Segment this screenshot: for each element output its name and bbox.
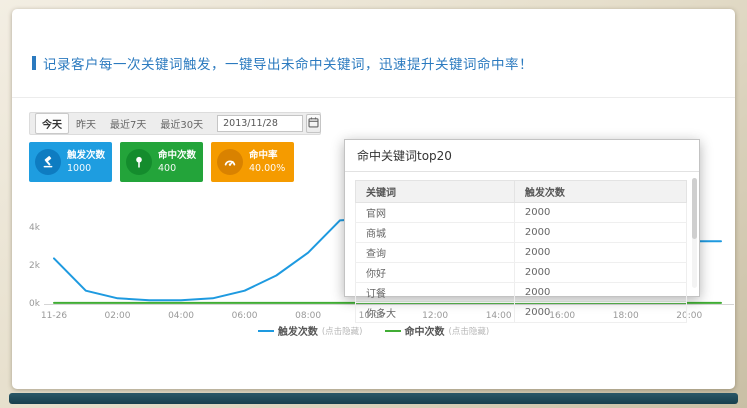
page-title: 记录客户每一次关键词触发，一键导出未命中关键词，迅速提升关键词命中率！ xyxy=(32,53,533,73)
legend-label: 触发次数 xyxy=(278,323,318,338)
date-input[interactable] xyxy=(217,115,303,132)
popup-title: 命中关键词top20 xyxy=(345,140,699,172)
stat-value: 40.00% xyxy=(249,162,285,175)
date-range-toolbar: 今天 昨天 最近7天 最近30天 xyxy=(29,112,321,135)
page-title-text: 记录客户每一次关键词触发，一键导出未命中关键词，迅速提升关键词命中率！ xyxy=(43,53,533,73)
stat-value: 1000 xyxy=(67,162,105,175)
table-row: 你好 2000 xyxy=(356,263,687,283)
table-row: 商城 2000 xyxy=(356,223,687,243)
tab-today[interactable]: 今天 xyxy=(35,113,69,134)
keyword-cell: 商城 xyxy=(356,223,515,243)
calendar-button[interactable] xyxy=(306,114,321,133)
count-cell: 2000 xyxy=(514,283,686,303)
x-axis-label: 04:00 xyxy=(168,311,194,321)
legend-item-triggers[interactable]: 触发次数 (点击隐藏) xyxy=(258,323,363,338)
slide-bottom-bar xyxy=(9,393,738,404)
keywords-table: 关键词 触发次数 官网 2000 商城 2000 查询 2000 你 xyxy=(355,180,687,323)
legend-swatch-triggers xyxy=(258,330,274,332)
legend-label: 命中次数 xyxy=(405,323,445,338)
x-axis-label: 11-26 xyxy=(41,311,67,321)
y-axis-tick: 2k xyxy=(16,261,40,271)
dashboard-card: 记录客户每一次关键词触发，一键导出未命中关键词，迅速提升关键词命中率！ 今天 昨… xyxy=(12,9,735,389)
y-axis-tick: 0k xyxy=(16,299,40,309)
x-axis-label: 06:00 xyxy=(232,311,258,321)
stat-text: 触发次数 1000 xyxy=(67,149,105,175)
stat-text: 命中率 40.00% xyxy=(249,149,285,175)
header-divider xyxy=(12,97,735,98)
table-row: 查询 2000 xyxy=(356,243,687,263)
tab-yesterday[interactable]: 昨天 xyxy=(69,113,103,134)
count-cell: 2000 xyxy=(514,203,686,223)
table-row: 官网 2000 xyxy=(356,203,687,223)
tab-last-7-days[interactable]: 最近7天 xyxy=(103,113,153,134)
stat-card-hit-rate: 命中率 40.00% xyxy=(211,142,294,182)
x-axis-label: 08:00 xyxy=(295,311,321,321)
keyword-cell: 你好 xyxy=(356,263,515,283)
legend-hide-hint: (点击隐藏) xyxy=(322,325,363,337)
pin-icon xyxy=(126,149,152,175)
gauge-icon xyxy=(217,149,243,175)
count-cell: 2000 xyxy=(514,303,686,323)
tab-last-30-days[interactable]: 最近30天 xyxy=(153,113,210,134)
stat-label: 命中次数 xyxy=(158,149,196,162)
stat-card-hits: 命中次数 400 xyxy=(120,142,203,182)
stat-cards: 触发次数 1000 命中次数 400 命中率 40.00% xyxy=(29,142,294,182)
table-row: 订餐 2000 xyxy=(356,283,687,303)
y-axis-tick: 4k xyxy=(16,223,40,233)
popup-scrollbar[interactable] xyxy=(692,178,697,288)
count-cell: 2000 xyxy=(514,243,686,263)
keyword-cell: 你多大 xyxy=(356,303,515,323)
calendar-icon xyxy=(307,116,320,132)
legend-item-hits[interactable]: 命中次数 (点击隐藏) xyxy=(385,323,490,338)
gavel-icon xyxy=(35,149,61,175)
count-cell: 2000 xyxy=(514,223,686,243)
keyword-cell: 查询 xyxy=(356,243,515,263)
stat-label: 触发次数 xyxy=(67,149,105,162)
keyword-cell: 订餐 xyxy=(356,283,515,303)
stat-value: 400 xyxy=(158,162,196,175)
column-header-keyword: 关键词 xyxy=(356,181,515,203)
chart-legend: 触发次数 (点击隐藏) 命中次数 (点击隐藏) xyxy=(12,323,735,338)
title-accent-bar xyxy=(32,56,36,70)
table-header-row: 关键词 触发次数 xyxy=(356,181,687,203)
stat-card-triggers: 触发次数 1000 xyxy=(29,142,112,182)
stat-label: 命中率 xyxy=(249,149,285,162)
stat-text: 命中次数 400 xyxy=(158,149,196,175)
top-keywords-popup: 命中关键词top20 关键词 触发次数 官网 2000 商城 2000 查询 xyxy=(344,139,700,297)
x-axis-label: 02:00 xyxy=(105,311,131,321)
legend-swatch-hits xyxy=(385,330,401,332)
scrollbar-thumb[interactable] xyxy=(692,178,697,239)
column-header-count: 触发次数 xyxy=(514,181,686,203)
table-row: 你多大 2000 xyxy=(356,303,687,323)
legend-hide-hint: (点击隐藏) xyxy=(449,325,490,337)
count-cell: 2000 xyxy=(514,263,686,283)
keyword-cell: 官网 xyxy=(356,203,515,223)
